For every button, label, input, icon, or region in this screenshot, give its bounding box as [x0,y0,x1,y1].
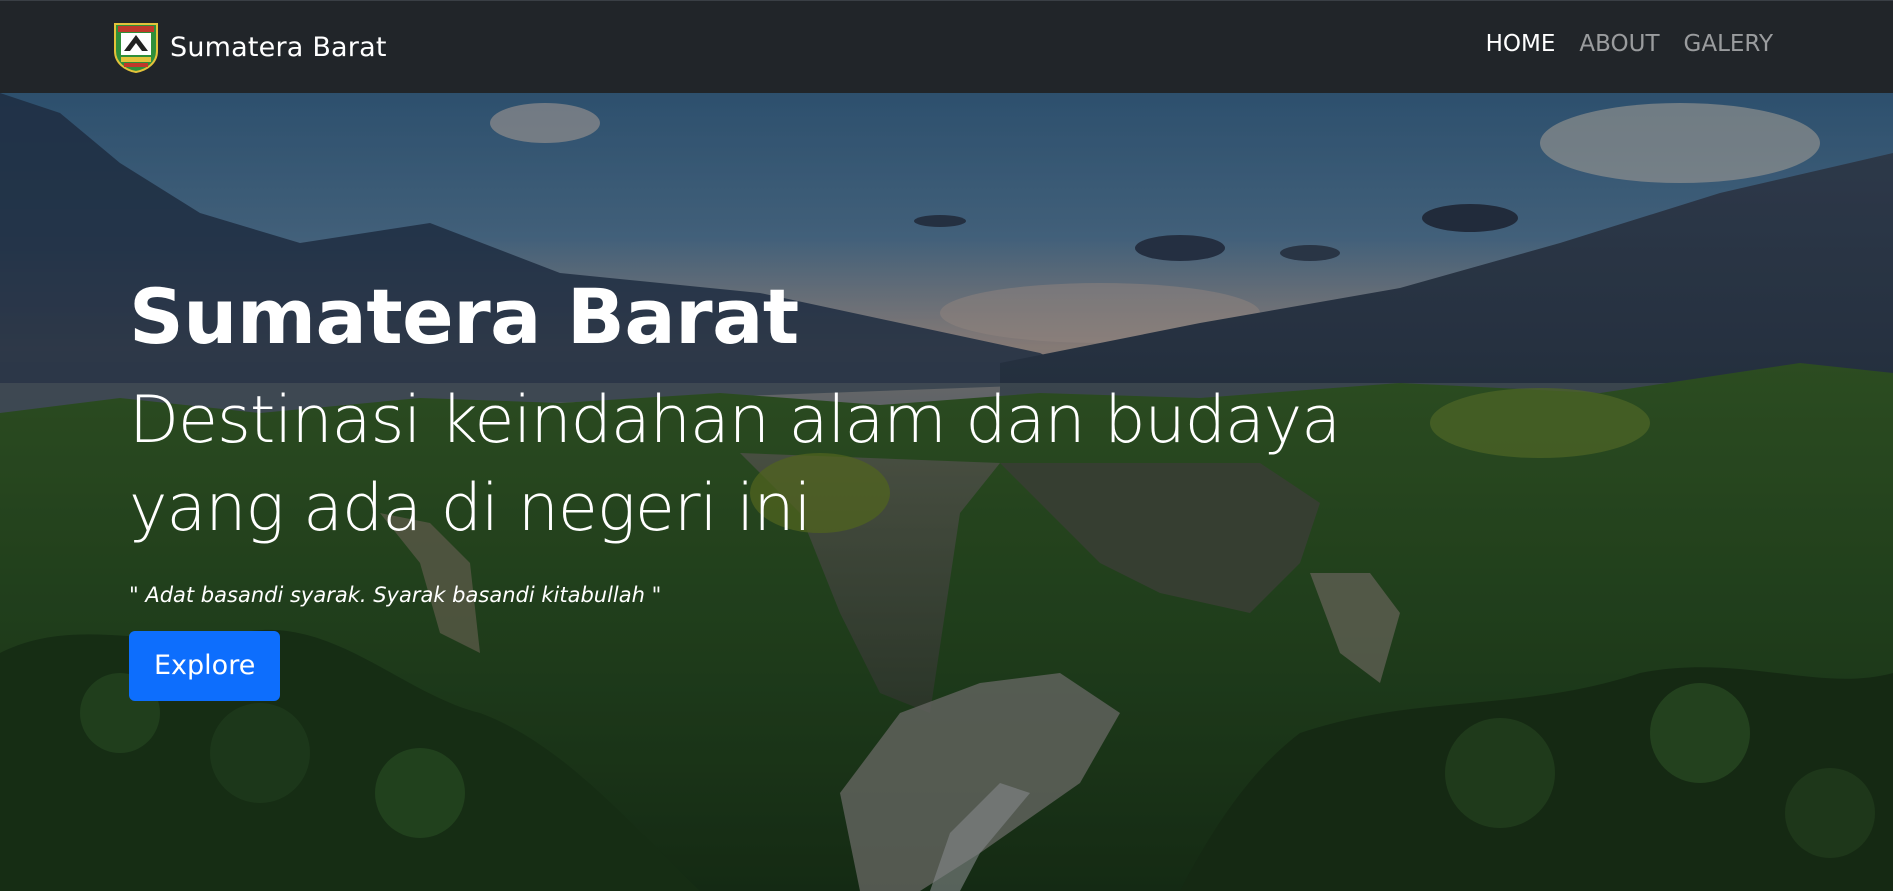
hero-title: Sumatera Barat [129,272,799,361]
brand-name: Sumatera Barat [170,31,387,63]
nav-home-link[interactable]: HOME [1486,31,1556,57]
navbar: Sumatera Barat HOME ABOUT GALERY [0,0,1893,93]
nav-galery-link[interactable]: GALERY [1684,31,1773,57]
explore-button[interactable]: Explore [129,631,281,701]
hero-content: Sumatera Barat Destinasi keindahan alam … [129,273,1509,701]
nav-about-link[interactable]: ABOUT [1579,31,1659,57]
navbar-brand[interactable]: Sumatera Barat [112,21,387,73]
main-nav: HOME ABOUT GALERY [1486,31,1773,57]
hero-section: Sumatera Barat Destinasi keindahan alam … [0,93,1893,891]
sumatera-barat-emblem-icon [114,23,158,73]
hero-subtitle: Destinasi keindahan alam dan budaya yang… [129,383,1341,546]
hero-quote: " Adat basandi syarak. Syarak basandi ki… [129,583,662,607]
